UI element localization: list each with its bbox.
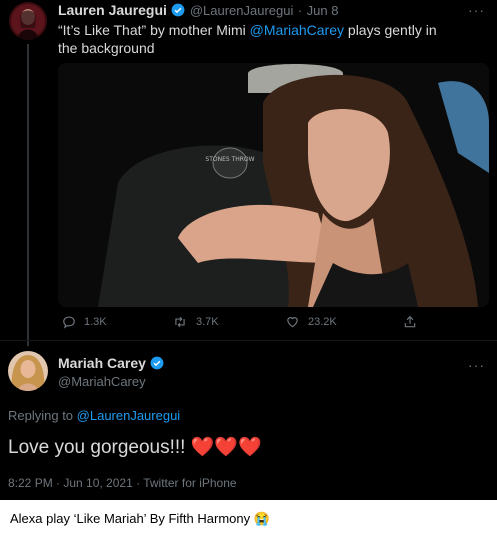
like-count: 23.2K: [308, 316, 337, 328]
date-separator: ·: [297, 3, 303, 18]
hat-patch-text: STONES THROW: [205, 156, 254, 163]
replying-to-link[interactable]: @LaurenJauregui: [77, 408, 181, 423]
verified-badge-icon: [150, 356, 164, 370]
lauren-avatar[interactable]: [9, 2, 47, 40]
tweet2-header: Mariah Carey: [58, 355, 164, 373]
author-handle[interactable]: @MariahCarey: [58, 374, 146, 389]
tweet1-header: Lauren Jauregui @LaurenJauregui · Jun 8: [58, 2, 338, 20]
retweet-icon: [175, 316, 185, 328]
author-name[interactable]: Mariah Carey: [58, 355, 146, 371]
mariah-avatar[interactable]: [8, 351, 48, 391]
reply-count: 1.3K: [84, 316, 107, 328]
like-icon: [287, 317, 298, 328]
like-button[interactable]: 23.2K: [285, 315, 337, 329]
author-name[interactable]: Lauren Jauregui: [58, 2, 167, 18]
verified-badge-icon: [171, 3, 185, 17]
crying-emoji: 😭: [253, 511, 270, 526]
divider: [0, 340, 497, 341]
retweet-button[interactable]: 3.7K: [172, 315, 219, 329]
tweet1-text: “It’s Like That” by mother Mimi @MariahC…: [58, 22, 437, 56]
thread-line: [27, 44, 29, 346]
more-icon[interactable]: ···: [468, 2, 485, 18]
author-handle[interactable]: @LaurenJauregui: [190, 3, 294, 18]
retweet-count: 3.7K: [196, 316, 219, 328]
tweet-date[interactable]: Jun 8: [307, 3, 339, 18]
mention-link[interactable]: @MariahCarey: [250, 22, 344, 38]
hearts-emoji: ❤️❤️❤️: [190, 437, 262, 458]
reply-button[interactable]: 1.3K: [62, 315, 107, 329]
replying-to: Replying to @LaurenJauregui: [8, 408, 181, 423]
more-icon[interactable]: ···: [468, 357, 485, 373]
caption-text: Alexa play ‘Like Mariah’ By Fifth Harmon…: [10, 511, 270, 526]
tweet-timestamp[interactable]: 8:22 PM · Jun 10, 2021 · Twitter for iPh…: [8, 476, 237, 490]
caption-area: Alexa play ‘Like Mariah’ By Fifth Harmon…: [0, 500, 497, 535]
tweet-thread: Lauren Jauregui @LaurenJauregui · Jun 8 …: [0, 0, 497, 500]
reply-icon: [63, 316, 75, 329]
tweet-photo[interactable]: STONES THROW: [58, 63, 489, 307]
share-button[interactable]: [403, 315, 417, 329]
tweet2-text: Love you gorgeous!!! ❤️❤️❤️: [8, 437, 262, 458]
share-icon: [404, 315, 416, 328]
